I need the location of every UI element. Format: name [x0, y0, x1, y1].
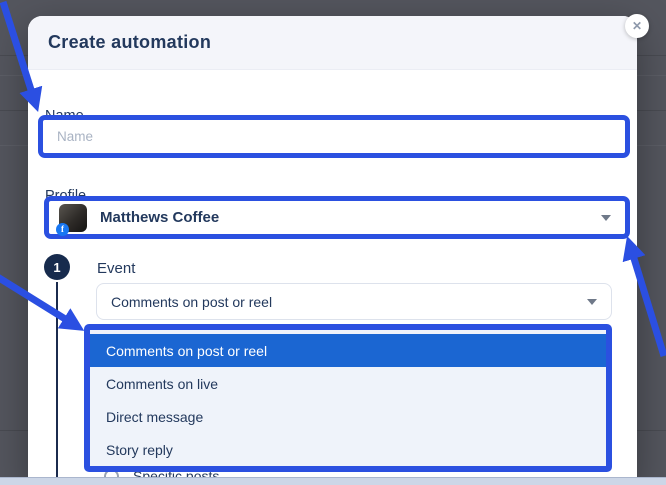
bottom-edge-strip: [0, 477, 666, 485]
facebook-icon: f: [56, 222, 69, 236]
screen: d pr Create automation ✕ Name Profile f …: [0, 0, 666, 485]
chevron-down-icon: [587, 298, 597, 305]
profile-avatar: f: [56, 203, 87, 236]
dropdown-option-comments-post-reel[interactable]: Comments on post or reel: [90, 334, 606, 367]
modal-title: Create automation: [48, 32, 212, 52]
close-icon[interactable]: ✕: [625, 14, 649, 38]
step-number-badge: 1: [44, 254, 70, 280]
modal-header: Create automation: [28, 16, 637, 70]
create-automation-modal: Create automation ✕ Name Profile f Matth…: [28, 14, 649, 485]
event-select-value: Comments on post or reel: [111, 293, 273, 310]
event-options-dropdown: Comments on post or reel Comments on liv…: [84, 324, 612, 472]
name-input[interactable]: [43, 120, 625, 153]
event-select[interactable]: Comments on post or reel: [96, 283, 612, 320]
name-field-highlight: [38, 115, 630, 158]
profile-select[interactable]: f Matthews Coffee: [44, 196, 630, 239]
dropdown-option-direct-message[interactable]: Direct message: [90, 400, 606, 433]
profile-selected-value: Matthews Coffee: [100, 209, 220, 226]
chevron-down-icon: [601, 214, 611, 221]
event-section-label: Event: [97, 260, 136, 277]
step-connector-line: [56, 282, 58, 485]
dropdown-option-comments-live[interactable]: Comments on live: [90, 367, 606, 400]
dropdown-option-story-reply[interactable]: Story reply: [90, 433, 606, 466]
